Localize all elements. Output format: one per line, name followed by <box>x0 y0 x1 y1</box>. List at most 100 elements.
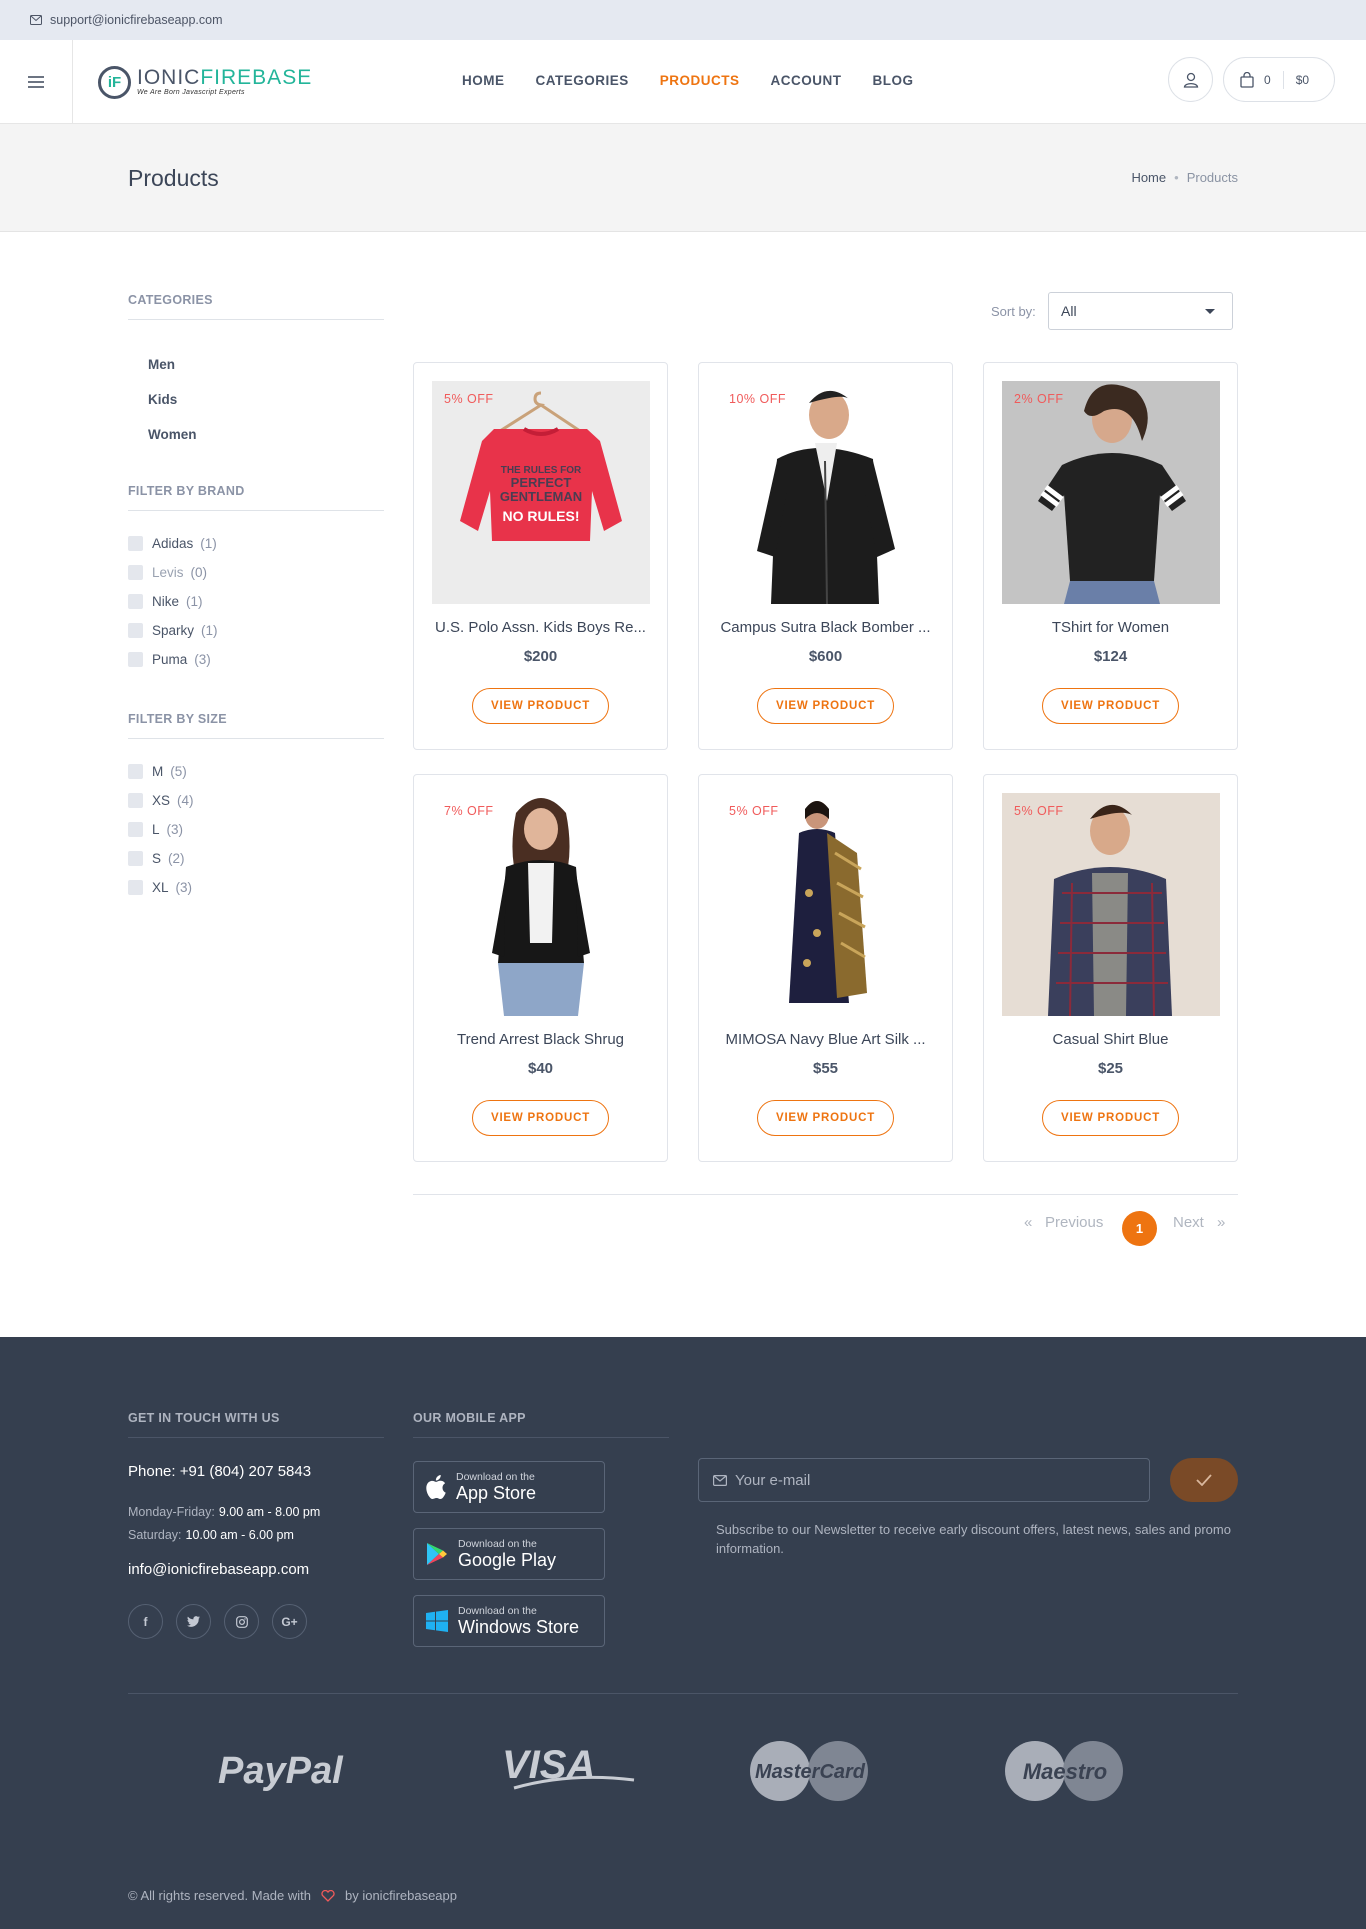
checkbox[interactable] <box>128 594 143 609</box>
checkbox[interactable] <box>128 536 143 551</box>
size-count: (3) <box>166 822 184 837</box>
size-filter-xl[interactable]: XL (3) <box>128 880 192 895</box>
brand-filter-levis[interactable]: Levis (0) <box>128 565 207 580</box>
copyright: © All rights reserved. Made with by ioni… <box>128 1888 457 1903</box>
twitter-glyph <box>187 1616 200 1627</box>
checkbox[interactable] <box>128 623 143 638</box>
mastercard-text: MasterCard <box>755 1761 866 1783</box>
page-1-button[interactable]: 1 <box>1122 1211 1157 1246</box>
previous-page-button[interactable]: Previous <box>1045 1214 1103 1231</box>
product-title[interactable]: TShirt for Women <box>984 619 1237 636</box>
size-filter-l[interactable]: L (3) <box>128 822 183 837</box>
size-filter-s[interactable]: S (2) <box>128 851 185 866</box>
contact-phone[interactable]: Phone: +91 (804) 207 5843 <box>128 1463 311 1480</box>
copyright-prefix: © All rights reserved. Made with <box>128 1888 311 1903</box>
newsletter-submit-button[interactable] <box>1170 1458 1238 1502</box>
newsletter-email-input[interactable]: Your e-mail <box>698 1458 1150 1502</box>
cart-button[interactable]: 0 $0 <box>1223 57 1335 102</box>
product-card[interactable]: 2% OFF TShirt for Women $124 VIEW PRODUC… <box>983 362 1238 750</box>
discount-badge: 5% OFF <box>729 804 779 818</box>
breadcrumb-home[interactable]: Home <box>1131 170 1166 185</box>
maestro-text: Maestro <box>1023 1759 1107 1784</box>
visa-logo: VISA <box>502 1743 635 1790</box>
category-kids[interactable]: Kids <box>148 392 177 407</box>
nav-blog[interactable]: BLOG <box>873 73 914 88</box>
nav-products[interactable]: PRODUCTS <box>660 73 740 88</box>
twitter-icon[interactable] <box>176 1604 211 1639</box>
brand-filter-sparky[interactable]: Sparky (1) <box>128 623 218 638</box>
google-play-button[interactable]: Download on the Google Play <box>413 1528 605 1580</box>
product-title[interactable]: Trend Arrest Black Shrug <box>414 1031 667 1048</box>
windows-store-button[interactable]: Download on the Windows Store <box>413 1595 605 1647</box>
facebook-icon[interactable]: f <box>128 1604 163 1639</box>
nav-categories[interactable]: CATEGORIES <box>536 73 629 88</box>
checkbox[interactable] <box>128 764 143 779</box>
category-women[interactable]: Women <box>148 427 197 442</box>
prev-arrow-icon[interactable]: « <box>1024 1214 1032 1231</box>
account-button[interactable] <box>1168 57 1213 102</box>
product-card[interactable]: THE RULES FOR PERFECT GENTLEMAN NO RULES… <box>413 362 668 750</box>
product-image-woman-black-shrug[interactable] <box>432 793 650 1016</box>
view-product-button[interactable]: VIEW PRODUCT <box>472 1100 609 1136</box>
view-product-button[interactable]: VIEW PRODUCT <box>1042 688 1179 724</box>
google-play-icon <box>427 1543 447 1565</box>
main-nav: HOME CATEGORIES PRODUCTS ACCOUNT BLOG <box>462 73 945 88</box>
contact-email[interactable]: info@ionicfirebaseapp.com <box>128 1561 309 1578</box>
nav-account[interactable]: ACCOUNT <box>771 73 842 88</box>
view-product-button[interactable]: VIEW PRODUCT <box>472 688 609 724</box>
main-header: iF IONICFIREBASE We Are Born Javascript … <box>0 40 1366 124</box>
product-title[interactable]: MIMOSA Navy Blue Art Silk ... <box>699 1031 952 1048</box>
checkbox[interactable] <box>128 793 143 808</box>
next-page-button[interactable]: Next <box>1173 1214 1204 1231</box>
windows-icon <box>426 1610 448 1632</box>
product-price: $40 <box>527 1060 554 1077</box>
product-title[interactable]: U.S. Polo Assn. Kids Boys Re... <box>414 619 667 636</box>
product-price: $200 <box>523 648 558 665</box>
hamburger-icon <box>28 76 44 88</box>
support-email[interactable]: support@ionicfirebaseapp.com <box>30 13 223 27</box>
brand-filter-adidas[interactable]: Adidas (1) <box>128 536 217 551</box>
size-count: (2) <box>168 851 185 866</box>
next-arrow-icon[interactable]: » <box>1217 1214 1225 1231</box>
nav-home[interactable]: HOME <box>462 73 505 88</box>
product-card[interactable]: 5% OFF MIMOSA Navy Blue Art Silk ... $55… <box>698 774 953 1162</box>
breadcrumb: Home • Products <box>1131 170 1238 185</box>
checkbox[interactable] <box>128 565 143 580</box>
google-plus-icon[interactable]: G+ <box>272 1604 307 1639</box>
product-card[interactable]: 10% OFF Campus Sutra Black Bomber ... $6… <box>698 362 953 750</box>
instagram-icon[interactable] <box>224 1604 259 1639</box>
brand-filter-nike[interactable]: Nike (1) <box>128 594 203 609</box>
product-title[interactable]: Casual Shirt Blue <box>984 1031 1237 1048</box>
view-product-button[interactable]: VIEW PRODUCT <box>757 688 894 724</box>
app-store-button[interactable]: Download on the App Store <box>413 1461 605 1513</box>
size-count: (5) <box>170 764 187 779</box>
product-card[interactable]: 7% OFF Trend Arrest Black Shrug $40 VIEW… <box>413 774 668 1162</box>
size-label: XS <box>152 793 171 808</box>
cart-count: 0 <box>1264 72 1271 87</box>
shopping-bag-icon <box>1240 71 1254 88</box>
menu-button[interactable] <box>0 40 73 124</box>
checkbox[interactable] <box>128 822 143 837</box>
product-title[interactable]: Campus Sutra Black Bomber ... <box>699 619 952 636</box>
brand-count: (3) <box>194 652 211 667</box>
product-card[interactable]: 5% OFF Casual Shirt Blue $25 VIEW PRODUC… <box>983 774 1238 1162</box>
sort-select[interactable]: All <box>1048 292 1233 330</box>
product-image-red-kids-sweatshirt[interactable]: THE RULES FOR PERFECT GENTLEMAN NO RULES… <box>432 381 650 604</box>
logo[interactable]: iF IONICFIREBASE We Are Born Javascript … <box>98 64 312 100</box>
size-filter-title: FILTER BY SIZE <box>128 712 384 739</box>
checkbox[interactable] <box>128 880 143 895</box>
checkbox[interactable] <box>128 851 143 866</box>
view-product-button[interactable]: VIEW PRODUCT <box>757 1100 894 1136</box>
brand-filter-puma[interactable]: Puma (3) <box>128 652 211 667</box>
product-image-woman-black-tshirt[interactable] <box>1002 381 1220 604</box>
checkbox[interactable] <box>128 652 143 667</box>
store-big-text: App Store <box>456 1482 537 1503</box>
product-image-man-black-bomber-jacket[interactable] <box>717 381 935 604</box>
size-filter-m[interactable]: M (5) <box>128 764 187 779</box>
size-filter-xs[interactable]: XS (4) <box>128 793 194 808</box>
mail-icon <box>30 15 42 25</box>
product-image-woman-navy-saree[interactable] <box>717 793 935 1016</box>
product-image-man-checked-shirt[interactable] <box>1002 793 1220 1016</box>
category-men[interactable]: Men <box>148 357 175 372</box>
view-product-button[interactable]: VIEW PRODUCT <box>1042 1100 1179 1136</box>
